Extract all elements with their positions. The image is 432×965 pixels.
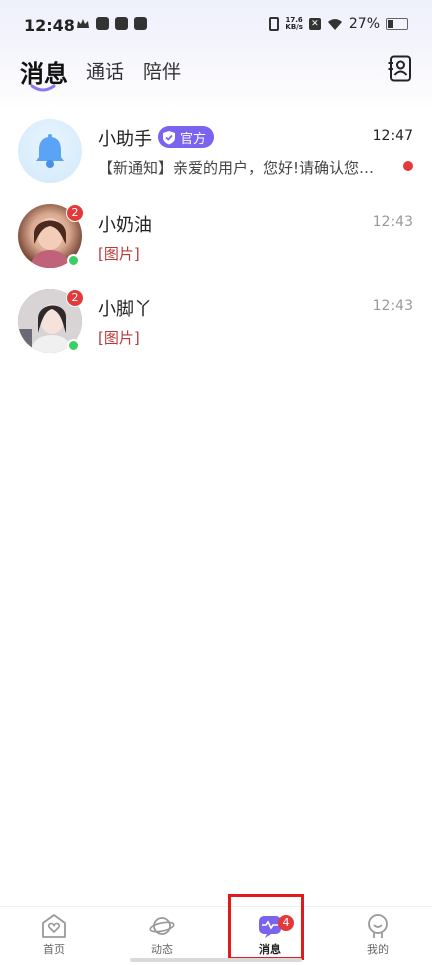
nav-moments[interactable]: 动态 bbox=[122, 913, 202, 957]
status-bar: 12:48 17.6 KB/s ✕ 27% bbox=[0, 0, 432, 50]
battery-percent: 27% bbox=[348, 16, 380, 32]
contact-name: 小助手 bbox=[98, 129, 152, 150]
online-indicator bbox=[67, 254, 80, 267]
nav-profile-label: 我的 bbox=[367, 943, 389, 956]
contact-name: 小脚丫 bbox=[98, 299, 152, 320]
wifi-icon bbox=[327, 18, 342, 30]
vibrate-icon bbox=[269, 17, 280, 31]
status-right: 17.6 KB/s ✕ 27% bbox=[269, 16, 408, 32]
conversation-row[interactable]: 小助手 官方 12:47 【新通知】亲爱的用户，您好!请确认您… bbox=[0, 110, 432, 194]
nav-moments-label: 动态 bbox=[151, 943, 173, 956]
cat-app-icon bbox=[134, 17, 147, 30]
contacts-icon[interactable] bbox=[388, 55, 412, 82]
official-badge: 官方 bbox=[158, 126, 215, 148]
assistant-avatar bbox=[18, 119, 82, 183]
message-preview: [图片] bbox=[98, 329, 140, 347]
conversation-row[interactable]: 2 小脚丫 12:43 [图片] bbox=[0, 280, 432, 364]
network-speed: 17.6 KB/s bbox=[285, 17, 302, 31]
network-speed-unit: KB/s bbox=[285, 23, 303, 31]
mail-icon bbox=[115, 17, 128, 30]
home-indicator bbox=[130, 958, 302, 962]
unread-count-badge: 2 bbox=[66, 289, 84, 307]
bell-icon bbox=[36, 134, 64, 168]
top-tabs: 消息 通话 陪伴 bbox=[0, 50, 432, 100]
shield-check-icon bbox=[163, 130, 175, 144]
crown-icon bbox=[77, 18, 89, 28]
message-preview: 【新通知】亲爱的用户，您好!请确认您… bbox=[98, 159, 375, 177]
contact-name: 小奶油 bbox=[98, 215, 152, 236]
battery-icon bbox=[386, 18, 408, 30]
nav-home[interactable]: 首页 bbox=[14, 913, 94, 957]
app-notification-icon bbox=[96, 17, 109, 30]
unread-dot bbox=[403, 161, 413, 171]
message-preview: [图片] bbox=[98, 245, 140, 263]
nav-messages-label: 消息 bbox=[259, 943, 281, 956]
nav-profile[interactable]: 我的 bbox=[338, 913, 418, 957]
message-time: 12:47 bbox=[372, 128, 413, 144]
planet-icon bbox=[149, 917, 175, 935]
official-label: 官方 bbox=[180, 131, 207, 147]
message-time: 12:43 bbox=[372, 214, 413, 230]
tab-companion[interactable]: 陪伴 bbox=[143, 57, 181, 84]
active-tab-indicator bbox=[30, 84, 56, 92]
status-time: 12:48 bbox=[24, 16, 75, 35]
nav-unread-badge: 4 bbox=[278, 915, 294, 931]
bottom-nav: 首页 动态 4 消息 我的 bbox=[0, 906, 432, 965]
tab-calls[interactable]: 通话 bbox=[86, 57, 124, 84]
nav-home-label: 首页 bbox=[43, 943, 65, 956]
notification-icons bbox=[76, 17, 147, 30]
online-indicator bbox=[67, 339, 80, 352]
heart-home-icon bbox=[42, 914, 66, 938]
conversation-row[interactable]: 2 小奶油 12:43 [图片] bbox=[0, 196, 432, 280]
unread-count-badge: 2 bbox=[66, 204, 84, 222]
profile-icon bbox=[368, 914, 388, 938]
message-time: 12:43 bbox=[372, 298, 413, 314]
sim-off-icon: ✕ bbox=[308, 18, 321, 30]
nav-messages[interactable]: 4 消息 bbox=[230, 913, 310, 957]
